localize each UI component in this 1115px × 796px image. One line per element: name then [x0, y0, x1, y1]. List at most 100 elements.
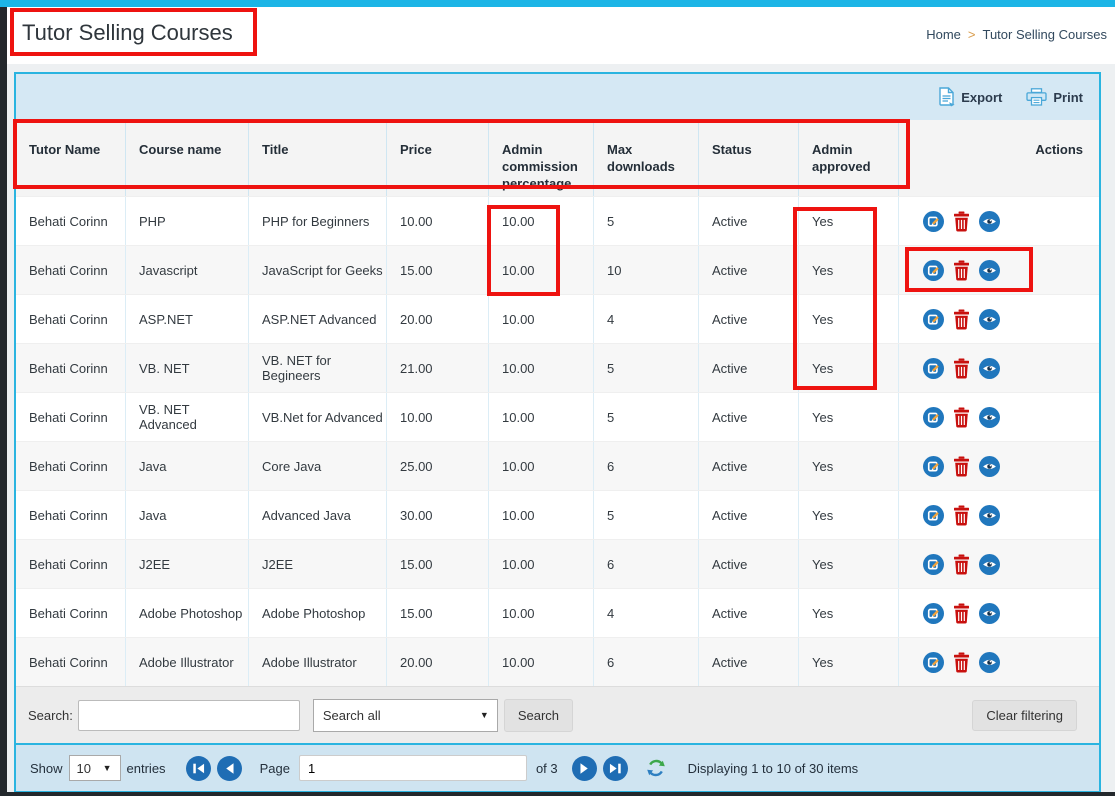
cell-title: VB.Net for Advanced — [249, 393, 387, 441]
courses-panel: Export Print Tutor NameCourse nameTitleP… — [14, 72, 1101, 793]
export-label: Export — [961, 90, 1002, 105]
print-label: Print — [1053, 90, 1083, 105]
cell-approved: Yes — [799, 638, 899, 686]
edit-button[interactable] — [923, 407, 944, 428]
search-bar: Search: Search all ▼ Search Clear filter… — [16, 686, 1099, 743]
column-header: Title — [249, 120, 387, 196]
view-icon — [979, 358, 1000, 379]
edit-button[interactable] — [923, 652, 944, 673]
delete-button[interactable] — [953, 554, 970, 575]
breadcrumb: Home>Tutor Selling Courses — [926, 27, 1107, 42]
breadcrumb-current: Tutor Selling Courses — [982, 27, 1107, 42]
cell-commission: 10.00 — [489, 491, 594, 539]
cell-price: 30.00 — [387, 491, 489, 539]
cell-course: Java — [126, 491, 249, 539]
cell-approved: Yes — [799, 295, 899, 343]
delete-icon — [953, 407, 970, 428]
page-title: Tutor Selling Courses — [10, 8, 257, 56]
delete-icon — [953, 358, 970, 379]
delete-button[interactable] — [953, 456, 970, 477]
edit-button[interactable] — [923, 603, 944, 624]
cell-course: VB. NET Advanced — [126, 393, 249, 441]
cell-course: Java — [126, 442, 249, 490]
print-button[interactable]: Print — [1026, 88, 1083, 106]
delete-button[interactable] — [953, 603, 970, 624]
cell-status: Active — [699, 589, 799, 637]
cell-max_downloads: 5 — [594, 197, 699, 245]
edit-button[interactable] — [923, 505, 944, 526]
delete-button[interactable] — [953, 260, 970, 281]
table-row: Behati CorinnAdobe IllustratorAdobe Illu… — [16, 637, 1099, 686]
edit-button[interactable] — [923, 554, 944, 575]
view-button[interactable] — [979, 652, 1000, 673]
cell-max_downloads: 4 — [594, 295, 699, 343]
search-input[interactable] — [78, 700, 300, 731]
view-button[interactable] — [979, 211, 1000, 232]
first-page-button[interactable] — [186, 756, 211, 781]
view-button[interactable] — [979, 407, 1000, 428]
edit-button[interactable] — [923, 358, 944, 379]
entries-select[interactable]: 10 ▼ — [69, 755, 121, 781]
delete-icon — [953, 603, 970, 624]
edit-button[interactable] — [923, 309, 944, 330]
search-filter-select[interactable]: Search all ▼ — [313, 699, 498, 732]
edit-button[interactable] — [923, 456, 944, 477]
column-header: Status — [699, 120, 799, 196]
cell-course: Adobe Photoshop — [126, 589, 249, 637]
delete-button[interactable] — [953, 505, 970, 526]
search-button[interactable]: Search — [504, 699, 573, 732]
view-button[interactable] — [979, 260, 1000, 281]
view-button[interactable] — [979, 456, 1000, 477]
cell-max_downloads: 10 — [594, 246, 699, 294]
breadcrumb-home-link[interactable]: Home — [926, 27, 961, 42]
view-button[interactable] — [979, 505, 1000, 526]
previous-page-button[interactable] — [217, 756, 242, 781]
delete-button[interactable] — [953, 309, 970, 330]
table-body: Behati CorinnPHPPHP for Beginners10.0010… — [16, 196, 1099, 686]
delete-button[interactable] — [953, 407, 970, 428]
cell-title: Adobe Photoshop — [249, 589, 387, 637]
column-header: Tutor Name — [16, 120, 126, 196]
column-header: Max downloads — [594, 120, 699, 196]
column-header: Actions — [899, 120, 1099, 196]
delete-button[interactable] — [953, 211, 970, 232]
cell-approved: Yes — [799, 491, 899, 539]
pagination-bar: Show 10 ▼ entries Page of 3 — [16, 743, 1099, 791]
last-page-button[interactable] — [603, 756, 628, 781]
view-button[interactable] — [979, 554, 1000, 575]
delete-icon — [953, 652, 970, 673]
view-button[interactable] — [979, 309, 1000, 330]
print-icon — [1026, 88, 1047, 106]
view-button[interactable] — [979, 603, 1000, 624]
cell-approved: Yes — [799, 540, 899, 588]
top-accent-bar — [0, 0, 1115, 7]
edit-button[interactable] — [923, 211, 944, 232]
cell-price: 10.00 — [387, 393, 489, 441]
cell-status: Active — [699, 540, 799, 588]
delete-button[interactable] — [953, 358, 970, 379]
next-page-button[interactable] — [572, 756, 597, 781]
cell-tutor: Behati Corinn — [16, 246, 126, 294]
cell-title: Core Java — [249, 442, 387, 490]
export-button[interactable]: Export — [938, 87, 1002, 107]
cell-tutor: Behati Corinn — [16, 393, 126, 441]
refresh-button[interactable] — [646, 758, 666, 778]
entries-label: entries — [127, 761, 166, 776]
clear-filtering-button[interactable]: Clear filtering — [972, 700, 1077, 731]
next-page-icon — [572, 756, 597, 781]
view-button[interactable] — [979, 358, 1000, 379]
delete-icon — [953, 505, 970, 526]
cell-actions — [899, 295, 1099, 343]
table-row: Behati CorinnAdobe PhotoshopAdobe Photos… — [16, 588, 1099, 637]
edit-icon — [923, 603, 944, 624]
first-page-icon — [186, 756, 211, 781]
table-row: Behati CorinnVB. NET AdvancedVB.Net for … — [16, 392, 1099, 441]
delete-button[interactable] — [953, 652, 970, 673]
cell-price: 15.00 — [387, 540, 489, 588]
table-toolbar: Export Print — [16, 74, 1099, 120]
delete-icon — [953, 456, 970, 477]
edit-button[interactable] — [923, 260, 944, 281]
cell-approved: Yes — [799, 393, 899, 441]
view-icon — [979, 260, 1000, 281]
page-input[interactable] — [299, 755, 527, 781]
